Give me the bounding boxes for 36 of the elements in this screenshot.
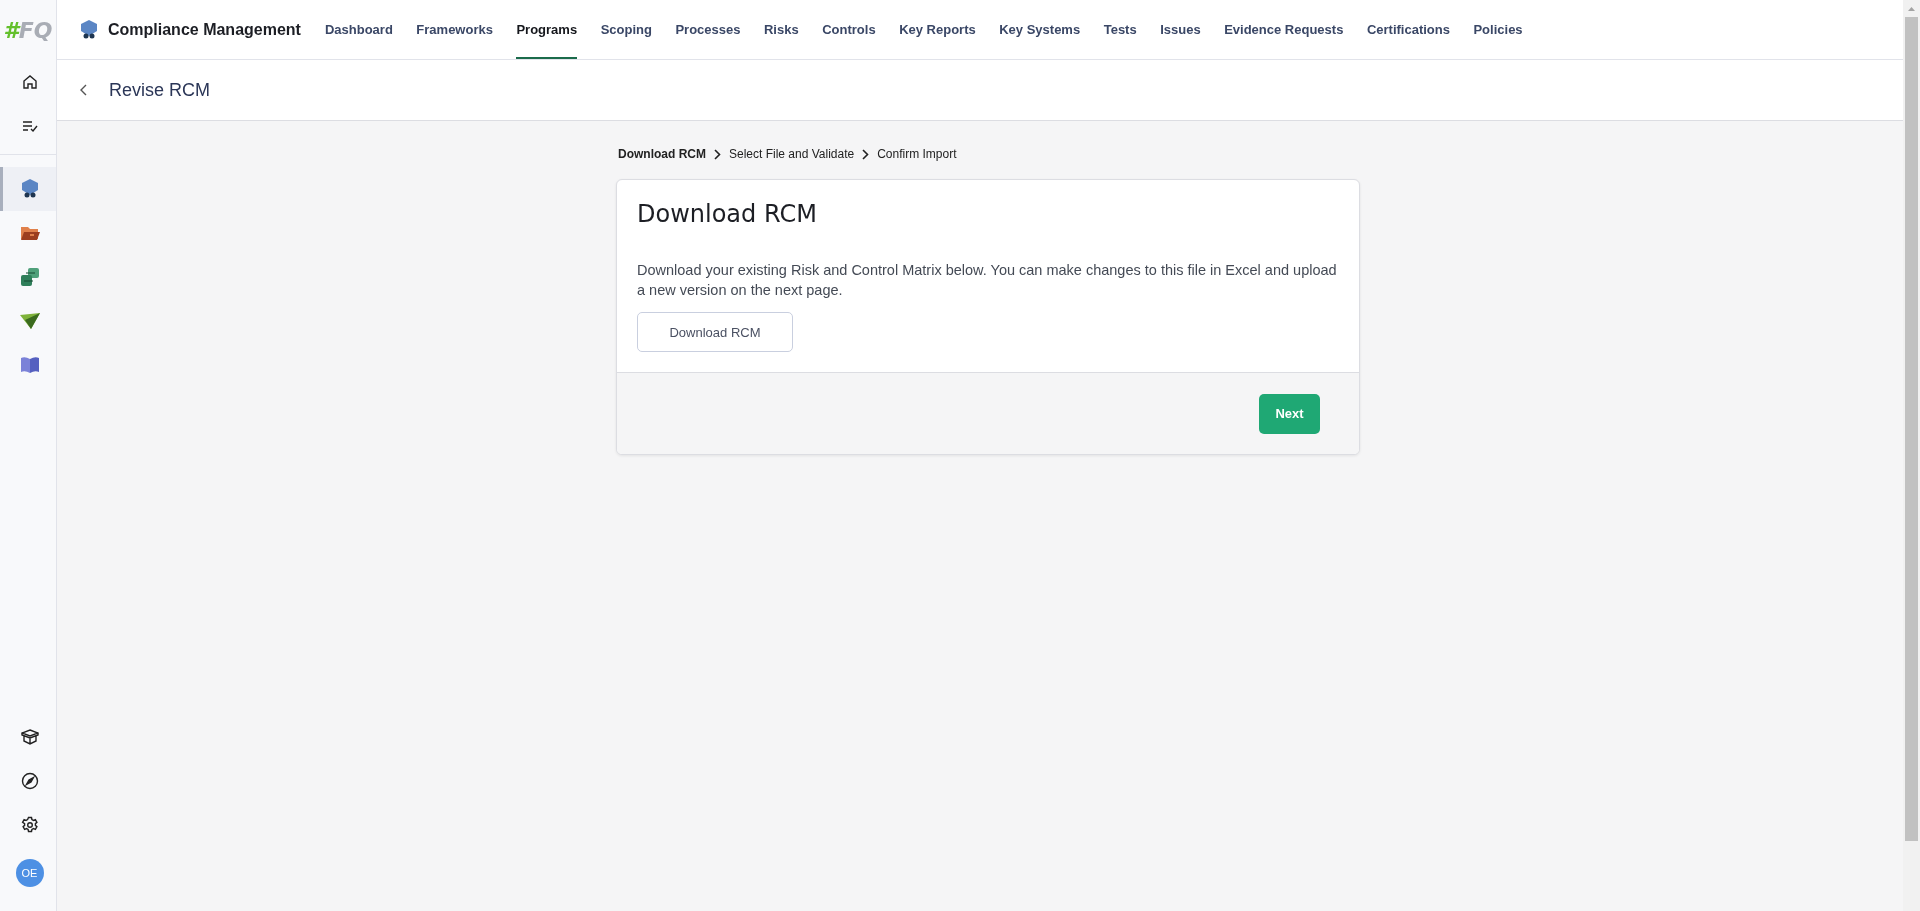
nav-tab[interactable]: Key Reports [899,0,976,59]
wizard-step: Select File and Validate [729,147,855,161]
wizard-step: Confirm Import [877,147,957,161]
box-icon[interactable] [20,729,39,745]
book-icon[interactable] [19,356,40,374]
nav-tab[interactable]: Risks [764,0,799,59]
nav-tab[interactable]: Frameworks [416,0,493,59]
wizard-step: Download RCM [618,147,706,161]
card-title: Download RCM [637,200,818,228]
page-title: Revise RCM [109,79,210,101]
app-logo-icon [79,18,99,41]
swap-icon[interactable] [19,267,40,287]
chevron-right-icon [862,148,870,160]
home-icon[interactable] [21,74,38,90]
paper-plane-icon[interactable] [18,312,41,330]
nav-tab[interactable]: Scoping [600,0,652,59]
folder-icon[interactable] [19,225,40,241]
nav-tab[interactable]: Evidence Requests [1224,0,1344,59]
nav-tab[interactable]: Tests [1103,0,1137,59]
settings-icon[interactable] [20,816,39,834]
app-title: Compliance Management [108,20,301,39]
shield-badge-icon[interactable] [19,178,40,200]
nav-tab[interactable]: Certifications [1366,0,1450,59]
checklist-icon[interactable] [21,120,38,132]
nav-tab[interactable]: Controls [822,0,876,59]
compass-icon[interactable] [20,772,39,790]
scrollbar-thumb[interactable] [1905,17,1918,841]
card-description: Download your existing Risk and Control Matrix below. You can make changes to this file in Excel and upload a new version on the next page. [637,261,1338,300]
nav-tab[interactable]: Issues [1160,0,1201,59]
nav-tab[interactable]: Key Systems [999,0,1081,59]
nav-tab[interactable]: Dashboard [324,0,393,59]
back-icon[interactable] [79,84,87,96]
nav-tab[interactable]: Processes [675,0,741,59]
nav-tab[interactable]: Policies [1473,0,1523,59]
chevron-right-icon [714,148,721,160]
download-button[interactable]: Download RCM [637,312,793,352]
